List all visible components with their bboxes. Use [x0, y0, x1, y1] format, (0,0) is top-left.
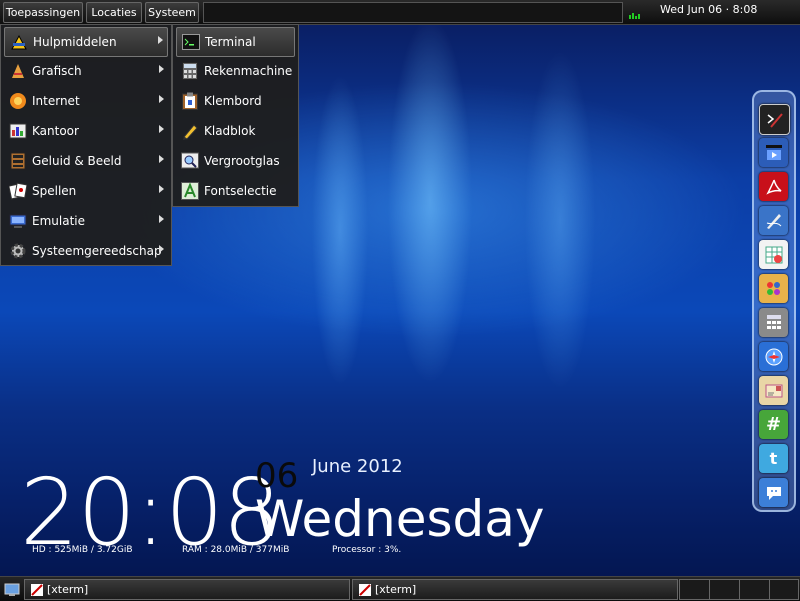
panel-clock[interactable]: Wed Jun 06 · 8:08 — [660, 3, 757, 16]
submenu-item-terminal[interactable]: Terminal — [176, 27, 295, 57]
games-icon — [8, 181, 28, 201]
palette-icon[interactable] — [759, 274, 788, 303]
hash-icon[interactable]: # — [759, 410, 788, 439]
graphics-icon — [8, 61, 28, 81]
submenu-arrow-icon — [159, 65, 164, 73]
submenu-item-fontselectie[interactable]: Fontselectie — [176, 177, 295, 205]
taskbar-item-label: [xterm] — [47, 583, 89, 596]
internet-icon — [8, 91, 28, 111]
workspace-3[interactable] — [739, 579, 770, 600]
emulation-icon — [8, 211, 28, 231]
menu-item-internet[interactable]: Internet — [4, 87, 168, 115]
twitter-icon[interactable]: t — [759, 444, 788, 473]
chat-icon[interactable] — [759, 478, 788, 507]
submenu-item-label: Rekenmachine — [204, 64, 293, 78]
xterm-icon — [359, 583, 371, 596]
calculator-icon — [180, 61, 200, 81]
clipboard-icon — [180, 91, 200, 111]
menu-item-label: Spellen — [32, 184, 77, 198]
workspace-1[interactable] — [679, 579, 710, 600]
submenu-item-klembord[interactable]: Klembord — [176, 87, 295, 115]
tools-icon — [9, 32, 29, 52]
taskbar-item-xterm[interactable]: [xterm] — [24, 579, 350, 600]
desktop-clock-month-year: June 2012 — [312, 456, 403, 477]
menu-item-kantoor[interactable]: Kantoor — [4, 117, 168, 145]
spreadsheet-icon[interactable] — [759, 240, 788, 269]
menu-item-label: Emulatie — [32, 214, 85, 228]
workspace-4[interactable] — [769, 579, 799, 600]
menu-item-label: Grafisch — [32, 64, 82, 78]
menu-item-label: Geluid & Beeld — [32, 154, 122, 168]
magnifier-icon — [180, 151, 200, 171]
submenu-item-kladblok[interactable]: Kladblok — [176, 117, 295, 145]
show-desktop-icon[interactable] — [4, 581, 20, 597]
places-menu-button[interactable]: Locaties — [86, 2, 142, 23]
cpu-usage-text: Processor : 3%. — [332, 545, 402, 555]
video-icon[interactable] — [759, 138, 788, 167]
menu-item-label: Kantoor — [32, 124, 79, 138]
panel-task-area — [203, 2, 623, 23]
submenu-arrow-icon — [158, 36, 163, 44]
menu-item-label: Systeemgereedschap — [32, 244, 162, 258]
desktop-clock-weekday: Wednesday — [255, 490, 545, 548]
bottom-panel: [xterm] [xterm] — [0, 576, 800, 601]
submenu-item-label: Klembord — [204, 94, 262, 108]
office-icon — [8, 121, 28, 141]
applications-menu: Hulpmiddelen Grafisch Internet Kantoor G… — [0, 24, 172, 266]
submenu-arrow-icon — [159, 245, 164, 253]
menu-item-label: Internet — [32, 94, 80, 108]
submenu-item-vergrootglas[interactable]: Vergrootglas — [176, 147, 295, 175]
tools-submenu: Terminal Rekenmachine Klembord Kladblok … — [172, 24, 299, 207]
pdf-icon[interactable] — [759, 172, 788, 201]
pencil-icon — [180, 121, 200, 141]
network-monitor-icon[interactable] — [628, 4, 642, 20]
disk-usage-text: HD : 525MiB / 3.72GiB — [32, 545, 133, 555]
compass-icon[interactable] — [759, 342, 788, 371]
workspace-2[interactable] — [709, 579, 740, 600]
taskbar-item-label: [xterm] — [375, 583, 417, 596]
submenu-item-rekenmachine[interactable]: Rekenmachine — [176, 57, 295, 85]
calculator-icon[interactable] — [759, 308, 788, 337]
dock: # t — [752, 90, 796, 512]
media-icon — [8, 151, 28, 171]
mail-icon[interactable] — [759, 376, 788, 405]
terminal-icon — [181, 32, 201, 52]
xterm-icon — [31, 583, 43, 596]
submenu-item-label: Fontselectie — [204, 184, 277, 198]
submenu-arrow-icon — [159, 95, 164, 103]
terminal-icon[interactable] — [759, 104, 790, 135]
menu-item-label: Hulpmiddelen — [33, 35, 117, 49]
menu-item-spellen[interactable]: Spellen — [4, 177, 168, 205]
applications-menu-button[interactable]: Toepassingen — [3, 2, 83, 23]
submenu-arrow-icon — [159, 125, 164, 133]
menu-item-hulpmiddelen[interactable]: Hulpmiddelen — [4, 27, 168, 57]
submenu-arrow-icon — [159, 155, 164, 163]
taskbar-item-xterm[interactable]: [xterm] — [352, 579, 678, 600]
submenu-item-label: Terminal — [205, 35, 256, 49]
draw-icon[interactable] — [759, 206, 788, 235]
font-icon — [180, 181, 200, 201]
menu-item-grafisch[interactable]: Grafisch — [4, 57, 168, 85]
submenu-arrow-icon — [159, 215, 164, 223]
submenu-arrow-icon — [159, 185, 164, 193]
menu-item-emulatie[interactable]: Emulatie — [4, 207, 168, 235]
system-menu-button[interactable]: Systeem — [145, 2, 199, 23]
submenu-item-label: Vergrootglas — [204, 154, 280, 168]
submenu-item-label: Kladblok — [204, 124, 256, 138]
gear-icon — [8, 241, 28, 261]
ram-usage-text: RAM : 28.0MiB / 377MiB — [182, 545, 290, 555]
top-panel: Toepassingen Locaties Systeem Wed Jun 06… — [0, 0, 800, 25]
menu-item-geluid-beeld[interactable]: Geluid & Beeld — [4, 147, 168, 175]
menu-item-systeemgereedschap[interactable]: Systeemgereedschap — [4, 237, 168, 265]
